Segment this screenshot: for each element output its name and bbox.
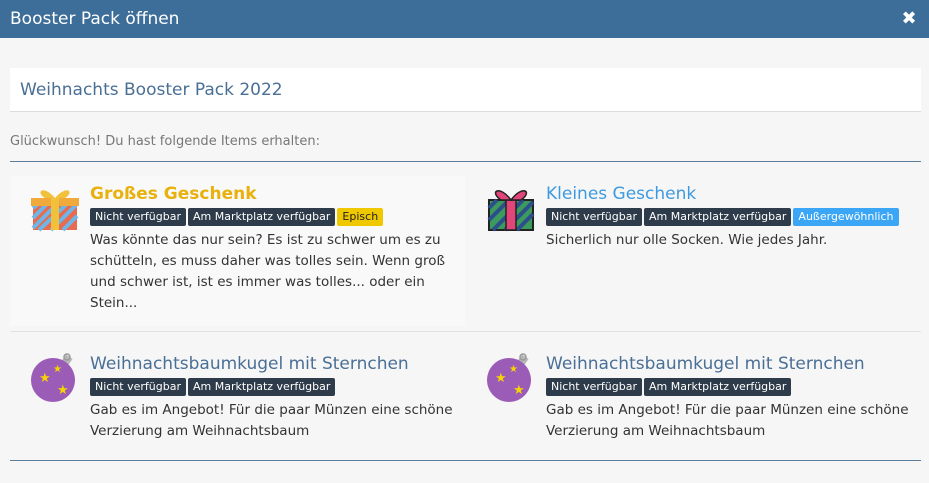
- marketplace-badge: Am Marktplatz verfügbar: [188, 378, 336, 396]
- svg-text:★: ★: [495, 371, 507, 386]
- item-name[interactable]: Kleines Geschenk: [546, 182, 911, 206]
- marketplace-badge: Am Marktplatz verfügbar: [644, 208, 792, 226]
- marketplace-badge: Am Marktplatz verfügbar: [644, 378, 792, 396]
- dialog-titlebar: Booster Pack öffnen ✖: [0, 0, 929, 38]
- svg-text:★: ★: [509, 364, 518, 375]
- availability-badge: Nicht verfügbar: [90, 208, 186, 226]
- svg-text:★: ★: [53, 364, 62, 375]
- svg-text:★: ★: [39, 371, 51, 386]
- svg-text:★: ★: [513, 383, 525, 398]
- bauble-icon: ★ ★ ★: [29, 352, 81, 404]
- rarity-badge: Außergewöhnlich: [793, 208, 899, 226]
- item-name[interactable]: Weihnachtsbaumkugel mit Sternchen: [90, 352, 455, 376]
- item-card: Großes Geschenk Nicht verfügbar Am Markt…: [10, 176, 465, 326]
- row-divider: [10, 331, 921, 332]
- pack-title: Weihnachts Booster Pack 2022: [20, 80, 283, 100]
- badge-row: Nicht verfügbar Am Marktplatz verfügbar …: [90, 208, 455, 226]
- item-name[interactable]: Weihnachtsbaumkugel mit Sternchen: [546, 352, 911, 376]
- badge-row: Nicht verfügbar Am Marktplatz verfügbar …: [546, 208, 911, 226]
- bauble-icon: ★ ★ ★: [485, 352, 537, 404]
- small-gift-icon: [485, 182, 537, 234]
- item-card: ★ ★ ★ Weihnachtsbaumkugel mit Sternchen …: [466, 346, 921, 454]
- big-gift-icon: [29, 182, 81, 234]
- divider-bottom: [10, 460, 921, 461]
- svg-text:★: ★: [57, 383, 69, 398]
- congrats-message: Glückwunsch! Du hast folgende Items erha…: [10, 134, 320, 149]
- badge-row: Nicht verfügbar Am Marktplatz verfügbar: [90, 378, 455, 396]
- availability-badge: Nicht verfügbar: [546, 208, 642, 226]
- pack-header: Weihnachts Booster Pack 2022: [10, 68, 921, 112]
- item-card: Kleines Geschenk Nicht verfügbar Am Mark…: [466, 176, 921, 326]
- item-description: Was könnte das nur sein? Es ist zu schwe…: [90, 232, 445, 311]
- close-icon[interactable]: ✖: [899, 8, 919, 29]
- item-description: Sicherlich nur olle Socken. Wie jedes Ja…: [546, 232, 828, 248]
- availability-badge: Nicht verfügbar: [90, 378, 186, 396]
- rarity-badge: Episch: [337, 208, 384, 226]
- item-name[interactable]: Großes Geschenk: [90, 182, 455, 206]
- marketplace-badge: Am Marktplatz verfügbar: [188, 208, 336, 226]
- divider-top: [10, 161, 921, 162]
- dialog-title: Booster Pack öffnen: [10, 9, 180, 29]
- availability-badge: Nicht verfügbar: [546, 378, 642, 396]
- badge-row: Nicht verfügbar Am Marktplatz verfügbar: [546, 378, 911, 396]
- item-card: ★ ★ ★ Weihnachtsbaumkugel mit Sternchen …: [10, 346, 465, 454]
- item-description: Gab es im Angebot! Für die paar Münzen e…: [90, 402, 453, 439]
- item-description: Gab es im Angebot! Für die paar Münzen e…: [546, 402, 909, 439]
